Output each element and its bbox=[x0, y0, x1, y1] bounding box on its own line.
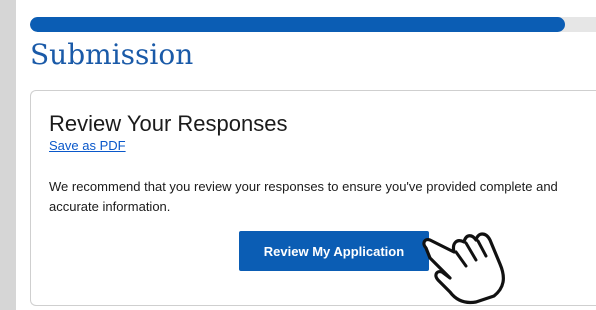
save-as-pdf-link[interactable]: Save as PDF bbox=[49, 138, 126, 153]
card-heading: Review Your Responses bbox=[49, 111, 288, 136]
card-description: We recommend that you review your respon… bbox=[49, 179, 558, 214]
progress-bar-fill bbox=[30, 17, 565, 32]
progress-bar bbox=[30, 17, 596, 32]
page-title: Submission bbox=[30, 38, 194, 71]
hand-pointer-icon bbox=[422, 232, 505, 305]
left-gutter bbox=[0, 0, 16, 310]
review-application-button[interactable]: Review My Application bbox=[239, 231, 429, 271]
